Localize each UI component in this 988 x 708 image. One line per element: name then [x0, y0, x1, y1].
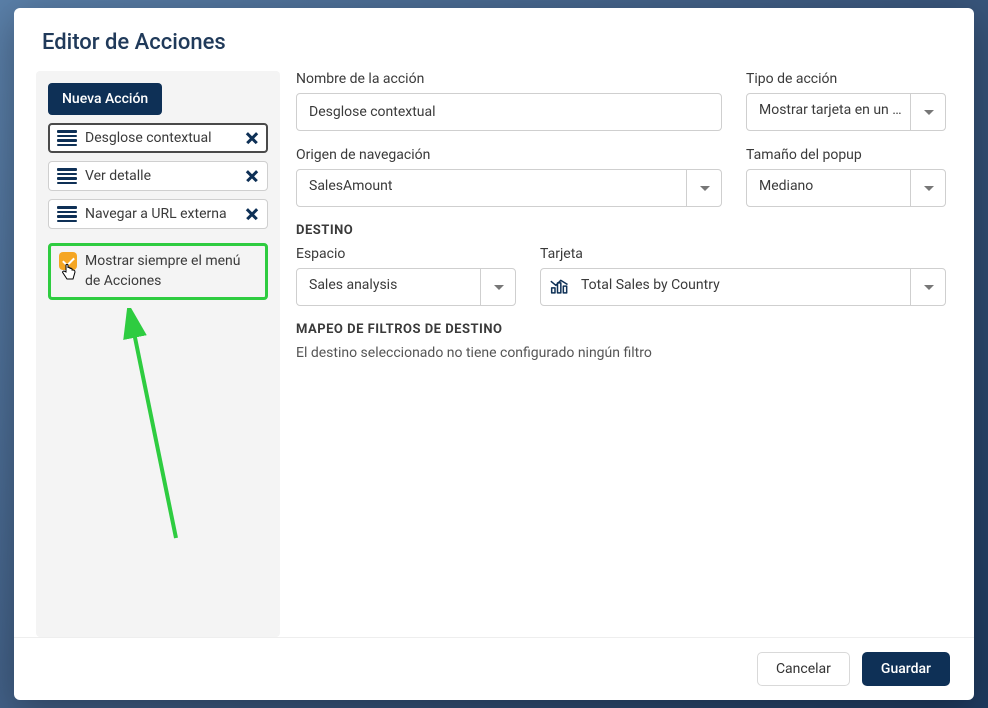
action-item-label: Ver detalle: [85, 168, 237, 184]
hamburger-icon: [57, 130, 77, 146]
action-name-label: Nombre de la acción: [296, 71, 722, 87]
action-editor-modal: Editor de Acciones Nueva Acción Desglose…: [14, 8, 974, 700]
cancel-button[interactable]: Cancelar: [757, 652, 850, 686]
card-value: Total Sales by Country: [540, 268, 946, 306]
popup-size-label: Tamaño del popup: [746, 147, 946, 163]
modal-body: Nueva Acción Desglose contextual Ver det…: [14, 71, 974, 637]
chevron-down-icon: [910, 169, 946, 207]
close-icon[interactable]: [245, 169, 259, 183]
hamburger-icon: [57, 168, 77, 184]
card-label: Tarjeta: [540, 246, 946, 262]
nav-origin-value: SalesAmount: [296, 169, 722, 207]
chevron-down-icon: [480, 268, 516, 306]
space-select[interactable]: Sales analysis: [296, 268, 516, 306]
actions-sidebar: Nueva Acción Desglose contextual Ver det…: [36, 71, 280, 637]
checkbox-checked-icon[interactable]: [59, 252, 77, 270]
filter-mapping-heading: MAPEO DE FILTROS DE DESTINO: [296, 322, 946, 337]
hamburger-icon: [57, 206, 77, 222]
chevron-down-icon: [910, 93, 946, 131]
destination-heading: DESTINO: [296, 223, 946, 238]
form-panel: Nombre de la acción Tipo de acción Mostr…: [296, 71, 962, 637]
close-icon[interactable]: [245, 207, 259, 221]
action-type-select[interactable]: Mostrar tarjeta en un …: [746, 93, 946, 131]
action-item-navegar-url[interactable]: Navegar a URL externa: [48, 199, 268, 229]
chart-icon: [550, 279, 570, 295]
chevron-down-icon: [686, 169, 722, 207]
action-type-label: Tipo de acción: [746, 71, 946, 87]
chevron-down-icon: [910, 268, 946, 306]
checkbox-label: Mostrar siempre el menú de Acciones: [85, 252, 257, 291]
always-show-menu-checkbox-container[interactable]: Mostrar siempre el menú de Acciones: [48, 243, 268, 300]
space-label: Espacio: [296, 246, 516, 262]
new-action-button[interactable]: Nueva Acción: [48, 83, 162, 115]
action-item-label: Navegar a URL externa: [85, 206, 237, 222]
action-item-desglose[interactable]: Desglose contextual: [48, 123, 268, 153]
popup-size-select[interactable]: Mediano: [746, 169, 946, 207]
save-button[interactable]: Guardar: [862, 652, 950, 686]
modal-title: Editor de Acciones: [14, 8, 974, 71]
action-name-input[interactable]: [296, 93, 722, 131]
card-select[interactable]: Total Sales by Country: [540, 268, 946, 306]
filter-mapping-info: El destino seleccionado no tiene configu…: [296, 345, 946, 361]
action-item-ver-detalle[interactable]: Ver detalle: [48, 161, 268, 191]
nav-origin-label: Origen de navegación: [296, 147, 722, 163]
close-icon[interactable]: [245, 131, 259, 145]
nav-origin-select[interactable]: SalesAmount: [296, 169, 722, 207]
action-item-label: Desglose contextual: [85, 130, 237, 146]
modal-footer: Cancelar Guardar: [14, 637, 974, 700]
